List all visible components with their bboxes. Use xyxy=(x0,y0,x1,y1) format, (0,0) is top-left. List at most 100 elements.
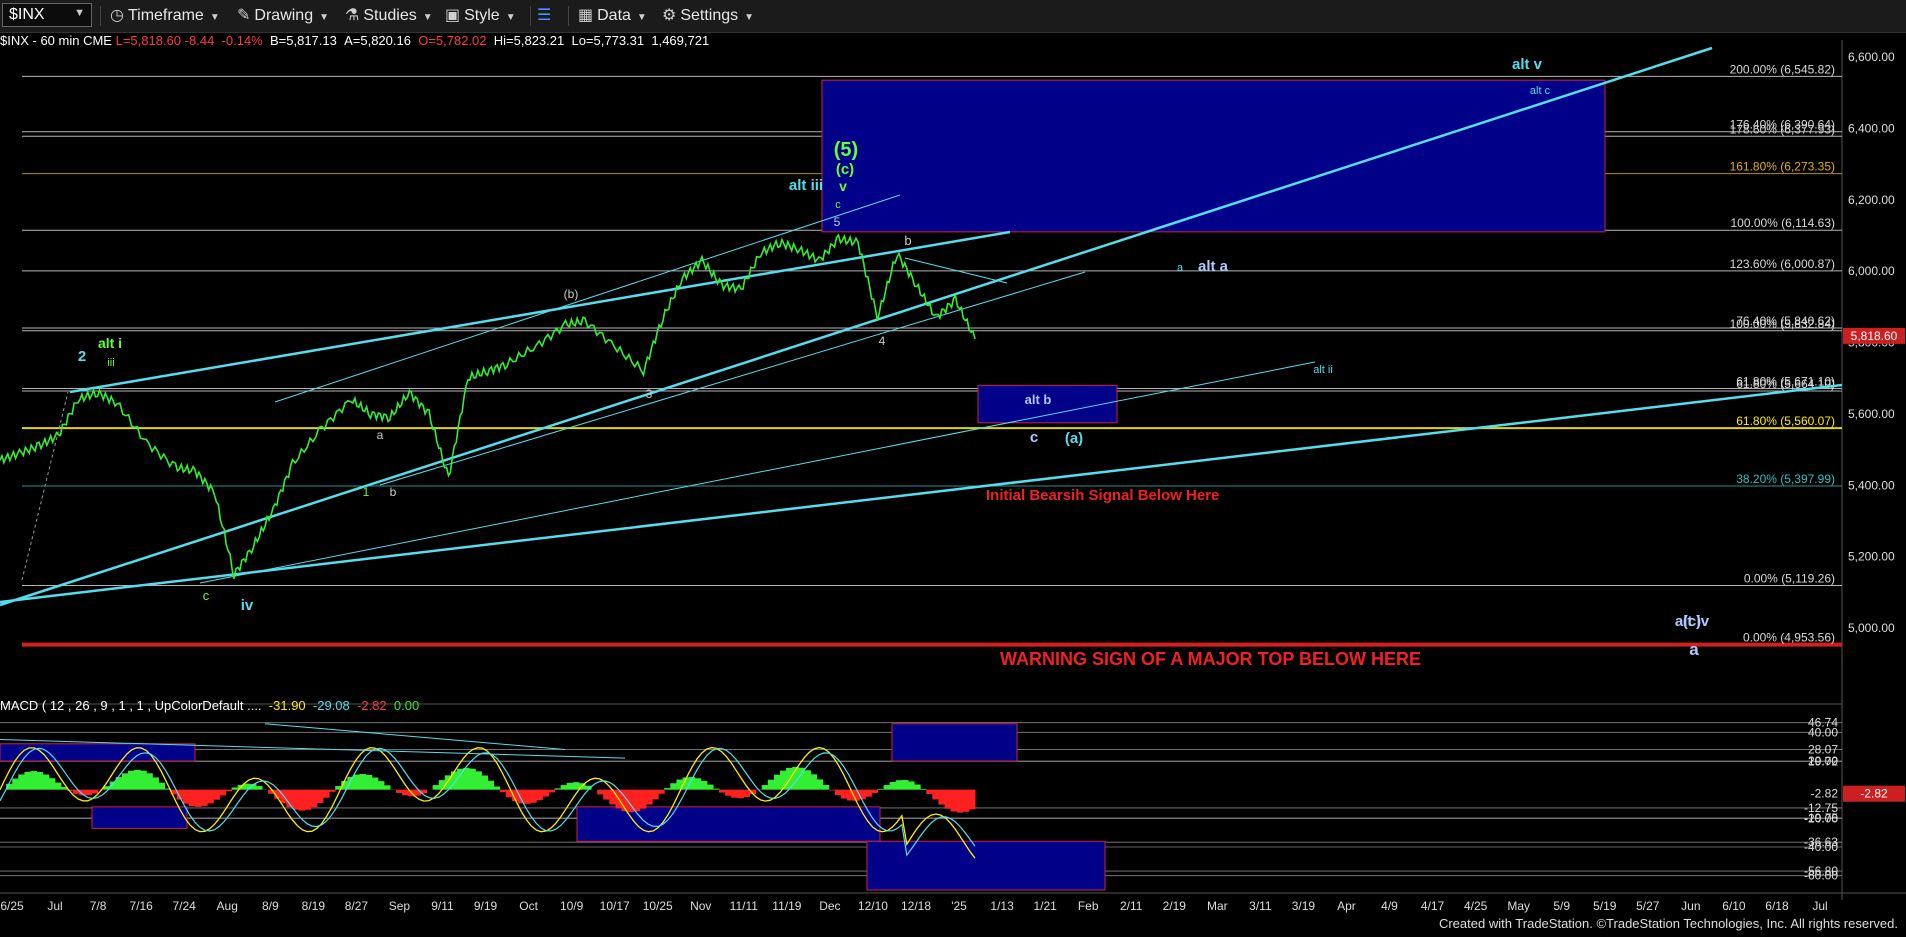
wave-label: c xyxy=(835,199,841,211)
channel-line xyxy=(379,271,1086,486)
symbol-text: $INX xyxy=(9,6,45,23)
macd-histogram-bar xyxy=(140,770,147,790)
bar-chart-icon: ▦ xyxy=(578,7,594,24)
timeframe-button[interactable]: ◷ Timeframe ▼ xyxy=(110,4,220,28)
drawing-label: Drawing xyxy=(254,7,314,24)
macd-histogram-bar xyxy=(530,789,537,803)
credit-text: Created with TradeStation. ©TradeStation… xyxy=(1438,916,1898,931)
macd-histogram-bar xyxy=(914,784,921,790)
x-tick-label: May xyxy=(1507,899,1530,913)
fib-label: 61.80% (5,560.07) xyxy=(1736,414,1835,428)
macd-histogram-bar xyxy=(773,774,781,790)
x-tick-label: Apr xyxy=(1337,899,1356,913)
macd-histogram-bar xyxy=(840,789,848,799)
macd-histogram-bar xyxy=(182,789,190,804)
wave-label: alt v xyxy=(1512,56,1543,73)
chevron-down-icon: ▼ xyxy=(74,7,85,19)
wave-label: (5) xyxy=(834,139,858,161)
macd-tick-label: 40.00 xyxy=(1808,725,1838,739)
macd-histogram-bar xyxy=(828,789,836,791)
wave-label: 3 xyxy=(646,387,653,401)
macd-histogram-bar xyxy=(517,789,525,804)
header-open: O=5,782.02 xyxy=(418,33,487,48)
studies-button[interactable]: ⚗ Studies ▼ xyxy=(345,4,433,28)
macd-histogram-bar xyxy=(481,775,488,790)
x-tick-label: 11/11 xyxy=(730,899,759,913)
macd-box xyxy=(866,840,1106,891)
macd-histogram-bar xyxy=(865,789,872,797)
quote-header: $INX - 60 min CME L=5,818.60 -8.44 -0.14… xyxy=(0,33,709,48)
macd-histogram-bar xyxy=(658,789,665,794)
gear-icon: ⚙ xyxy=(662,7,677,24)
macd-histogram-bar xyxy=(438,780,446,790)
style-button[interactable]: ▣ Style ▼ xyxy=(445,4,516,28)
macd-histogram-bar xyxy=(134,769,141,790)
x-tick-label: Mar xyxy=(1207,899,1228,913)
macd-tick-label: -2.82 xyxy=(1811,787,1839,801)
chevron-down-icon: ▼ xyxy=(422,12,433,23)
header-low: Lo=5,773.31 xyxy=(571,33,645,48)
flask-icon: ⚗ xyxy=(345,7,360,24)
macd-histogram-bar xyxy=(225,789,233,792)
macd-histogram-bar xyxy=(560,785,568,790)
macd-value-2: -29.08 xyxy=(312,698,350,713)
fib-label: 100.00% (5,832.84) xyxy=(1730,317,1835,331)
data-label: Data xyxy=(597,7,631,24)
wave-label: iii xyxy=(107,357,114,369)
macd-histogram-bar xyxy=(377,781,385,790)
macd-value-tag-label: -2.82 xyxy=(1860,787,1888,801)
data-button[interactable]: ▦ Data ▼ xyxy=(578,4,647,28)
wave-label: alt ii xyxy=(1313,364,1333,376)
panel-button[interactable]: ☰ xyxy=(537,4,555,28)
header-ask: A=5,820.16 xyxy=(344,33,411,48)
macd-histogram-bar xyxy=(36,772,44,790)
pencil-icon: ✎ xyxy=(237,7,251,24)
macd-histogram-bar xyxy=(127,770,135,790)
price-tick-label: 5,600.00 xyxy=(1848,407,1895,421)
wave-label: c xyxy=(203,588,210,603)
drawing-button[interactable]: ✎ Drawing ▼ xyxy=(237,4,329,28)
macd-histogram-bar xyxy=(639,789,647,809)
x-tick-label: Dec xyxy=(819,899,840,913)
settings-button[interactable]: ⚙ Settings ▼ xyxy=(662,4,754,28)
x-tick-label: 9/11 xyxy=(431,899,454,913)
macd-histogram-bar xyxy=(316,789,324,803)
header-volume: 1,469,721 xyxy=(651,33,710,48)
header-bid: B=5,817.13 xyxy=(269,33,337,48)
macd-histogram-bar xyxy=(158,782,166,790)
symbol-selector[interactable]: $INX ▼ xyxy=(2,3,92,27)
macd-histogram-bar xyxy=(188,789,196,807)
x-tick-label: 7/8 xyxy=(90,899,107,913)
chevron-down-icon: ▼ xyxy=(744,12,755,23)
price-chart[interactable]: 200.00% (6,545.82)178.60% (6,377.93)176.… xyxy=(0,0,1906,937)
macd-histogram-bar xyxy=(432,785,440,790)
macd-histogram-bar xyxy=(834,789,842,796)
x-tick-label: 3/19 xyxy=(1292,899,1316,913)
macd-histogram-bar xyxy=(633,789,641,812)
x-tick-label: 12/18 xyxy=(901,899,931,913)
macd-label: MACD ( 12 , 26 , 9 , 1 , 1 , UpColorDefa… xyxy=(0,698,262,713)
macd-tick-label: -20.00 xyxy=(1804,811,1838,825)
wave-label: (b) xyxy=(564,287,579,301)
x-tick-label: Sep xyxy=(389,899,411,913)
x-tick-label: 6/10 xyxy=(1722,899,1746,913)
macd-histogram-bar xyxy=(487,780,495,790)
macd-histogram-bar xyxy=(920,788,927,790)
macd-histogram-bar xyxy=(54,782,62,790)
macd-histogram-bar xyxy=(353,774,361,790)
settings-label: Settings xyxy=(680,7,739,24)
macd-histogram-bar xyxy=(292,789,300,810)
x-tick-label: 8/27 xyxy=(345,899,369,913)
macd-histogram-bar xyxy=(706,784,714,790)
x-tick-label: 1/13 xyxy=(990,899,1014,913)
macd-histogram-bar xyxy=(152,777,159,790)
macd-histogram-bar xyxy=(524,789,531,804)
macd-histogram-bar xyxy=(231,787,239,790)
macd-histogram-bar xyxy=(670,783,677,790)
macd-histogram-bar xyxy=(889,782,897,790)
panel-icon: ☰ xyxy=(537,7,552,24)
macd-histogram-bar xyxy=(304,789,312,810)
x-tick-label: 5/27 xyxy=(1636,899,1660,913)
macd-histogram-bar xyxy=(877,788,885,790)
macd-histogram-bar xyxy=(365,774,373,790)
